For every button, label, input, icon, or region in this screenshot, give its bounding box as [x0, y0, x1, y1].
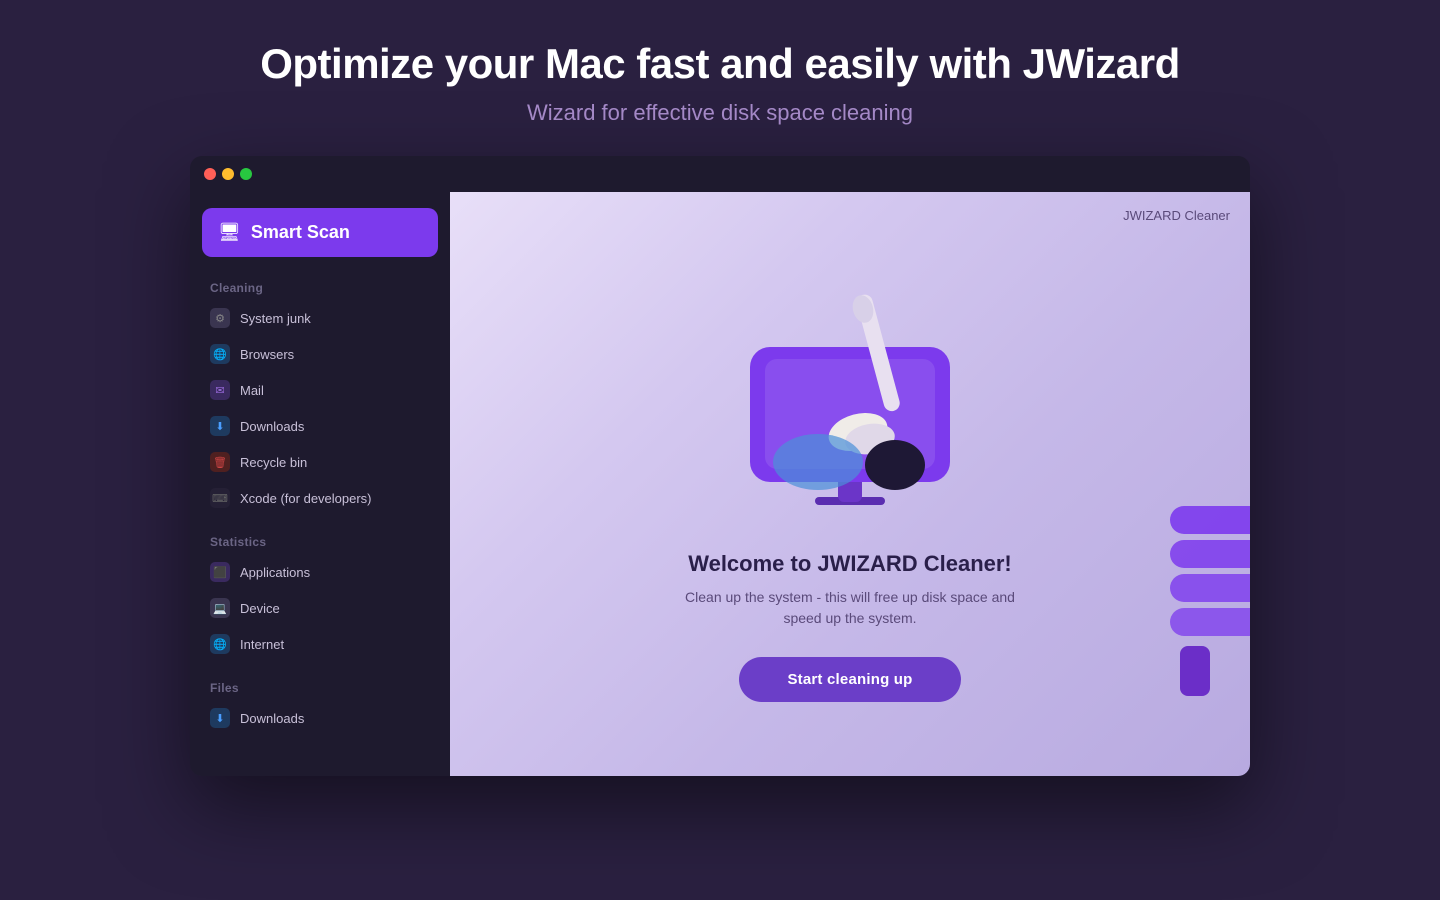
- device-label: Device: [240, 601, 280, 616]
- sidebar-item-downloads[interactable]: ⬇ Downloads: [202, 409, 438, 443]
- browser-icon: 🌐: [210, 344, 230, 364]
- applications-label: Applications: [240, 565, 310, 580]
- thumb-bar-4: [1170, 608, 1250, 636]
- traffic-lights: [204, 168, 252, 180]
- page-header: Optimize your Mac fast and easily with J…: [0, 0, 1440, 146]
- globe-icon: 🌐: [210, 634, 230, 654]
- app-body: 🖥 Smart Scan Cleaning ⚙ System junk 🌐 Br…: [190, 192, 1250, 776]
- sidebar-item-internet[interactable]: 🌐 Internet: [202, 627, 438, 661]
- files-section: Files ⬇ Downloads: [202, 681, 438, 735]
- mail-icon: ✉: [210, 380, 230, 400]
- sidebar-item-files-downloads[interactable]: ⬇ Downloads: [202, 701, 438, 735]
- statistics-section: Statistics ⬛ Applications 💻 Device 🌐 Int…: [202, 535, 438, 661]
- smart-scan-label: Smart Scan: [251, 222, 350, 243]
- sidebar-item-xcode[interactable]: ⌨ Xcode (for developers): [202, 481, 438, 515]
- mail-label: Mail: [240, 383, 264, 398]
- main-content: JWIZARD Cleaner: [450, 192, 1250, 776]
- thumb-stem: [1180, 646, 1210, 696]
- sidebar-item-mail[interactable]: ✉ Mail: [202, 373, 438, 407]
- app-window: 🖥 Smart Scan Cleaning ⚙ System junk 🌐 Br…: [190, 156, 1250, 776]
- sidebar: 🖥 Smart Scan Cleaning ⚙ System junk 🌐 Br…: [190, 192, 450, 776]
- sidebar-item-device[interactable]: 💻 Device: [202, 591, 438, 625]
- app-label: JWIZARD Cleaner: [1123, 208, 1230, 223]
- internet-label: Internet: [240, 637, 284, 652]
- files-downloads-label: Downloads: [240, 711, 304, 726]
- cleaning-section-title: Cleaning: [202, 281, 438, 295]
- minimize-button[interactable]: [222, 168, 234, 180]
- cleaning-section: Cleaning ⚙ System junk 🌐 Browsers ✉ Mail…: [202, 281, 438, 515]
- device-icon: 💻: [210, 598, 230, 618]
- files-download-icon: ⬇: [210, 708, 230, 728]
- statistics-section-title: Statistics: [202, 535, 438, 549]
- welcome-title: Welcome to JWIZARD Cleaner!: [688, 551, 1012, 577]
- sidebar-item-system-junk[interactable]: ⚙ System junk: [202, 301, 438, 335]
- page-subtitle: Wizard for effective disk space cleaning: [20, 100, 1420, 126]
- maximize-button[interactable]: [240, 168, 252, 180]
- thumb-bar-1: [1170, 506, 1250, 534]
- thumb-bar-2: [1170, 540, 1250, 568]
- system-junk-label: System junk: [240, 311, 311, 326]
- xcode-label: Xcode (for developers): [240, 491, 372, 506]
- cleaner-illustration: [710, 267, 990, 527]
- smart-scan-button[interactable]: 🖥 Smart Scan: [202, 208, 438, 257]
- thumbs-decoration: [1170, 506, 1250, 696]
- close-button[interactable]: [204, 168, 216, 180]
- welcome-desc: Clean up the system - this will free up …: [680, 587, 1020, 629]
- title-bar: [190, 156, 1250, 192]
- apps-icon: ⬛: [210, 562, 230, 582]
- trash-icon: 🗑: [210, 452, 230, 472]
- sidebar-item-recycle-bin[interactable]: 🗑 Recycle bin: [202, 445, 438, 479]
- sidebar-item-browsers[interactable]: 🌐 Browsers: [202, 337, 438, 371]
- files-section-title: Files: [202, 681, 438, 695]
- browsers-label: Browsers: [240, 347, 294, 362]
- download-icon: ⬇: [210, 416, 230, 436]
- thumb-bar-3: [1170, 574, 1250, 602]
- recycle-bin-label: Recycle bin: [240, 455, 307, 470]
- monitor-icon: 🖥: [218, 222, 241, 243]
- sidebar-item-applications[interactable]: ⬛ Applications: [202, 555, 438, 589]
- start-cleaning-button[interactable]: Start cleaning up: [739, 657, 960, 702]
- code-icon: ⌨: [210, 488, 230, 508]
- downloads-label: Downloads: [240, 419, 304, 434]
- page-title: Optimize your Mac fast and easily with J…: [20, 40, 1420, 88]
- gear-icon: ⚙: [210, 308, 230, 328]
